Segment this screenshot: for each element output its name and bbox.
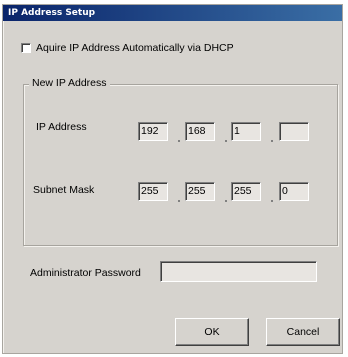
- mask-separator-dot: [178, 200, 180, 202]
- ip-separator-dot: [225, 140, 227, 142]
- mask-separator-dot: [271, 200, 273, 202]
- subnet-mask-label: Subnet Mask: [33, 184, 95, 196]
- admin-password-label: Administrator Password: [30, 267, 141, 279]
- mask-octet-1[interactable]: 255: [138, 182, 168, 201]
- ip-separator-dot: [178, 140, 180, 142]
- new-ip-group: [23, 84, 338, 246]
- dhcp-label[interactable]: Aquire IP Address Automatically via DHCP: [36, 42, 234, 54]
- ip-setup-dialog: IP Address Setup Aquire IP Address Autom…: [2, 4, 343, 354]
- ip-octet-1[interactable]: 192: [138, 122, 168, 141]
- cancel-button[interactable]: Cancel: [266, 318, 340, 346]
- mask-octet-3[interactable]: 255: [231, 182, 261, 201]
- ip-octet-3[interactable]: 1: [231, 122, 261, 141]
- ip-octet-4[interactable]: [279, 122, 309, 141]
- ip-address-label: IP Address: [36, 121, 87, 133]
- dhcp-checkbox[interactable]: [21, 43, 31, 53]
- mask-octet-4[interactable]: 0: [279, 182, 309, 201]
- ip-separator-dot: [271, 140, 273, 142]
- title-bar: IP Address Setup: [3, 5, 342, 21]
- mask-octet-2[interactable]: 255: [185, 182, 215, 201]
- admin-password-field[interactable]: [160, 261, 317, 282]
- mask-separator-dot: [225, 200, 227, 202]
- dhcp-option[interactable]: Aquire IP Address Automatically via DHCP: [21, 41, 234, 55]
- ok-button[interactable]: OK: [175, 318, 249, 346]
- new-ip-group-legend: New IP Address: [29, 77, 110, 89]
- ip-octet-2[interactable]: 168: [185, 122, 215, 141]
